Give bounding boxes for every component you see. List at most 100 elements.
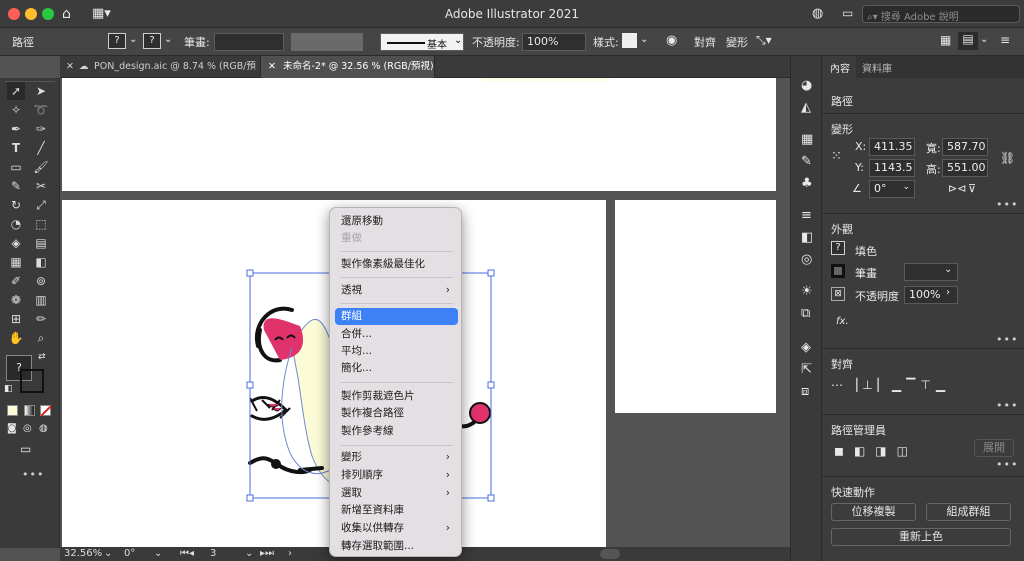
- first-artboard-icon[interactable]: ⏮◂: [180, 548, 194, 559]
- opacity-field[interactable]: 100%: [522, 33, 586, 51]
- swatches-icon[interactable]: ▦: [801, 132, 813, 147]
- y-field[interactable]: 1143.5: [869, 159, 915, 177]
- hand-tool-icon[interactable]: ✋: [7, 329, 25, 347]
- offset-path-button[interactable]: 位移複製: [831, 503, 916, 521]
- menu-item-pixel-optimize[interactable]: 製作像素級最佳化: [335, 256, 458, 273]
- arrange-documents-icon[interactable]: ▦: [940, 33, 951, 47]
- brushes-icon[interactable]: ✎: [801, 154, 812, 169]
- default-fill-stroke-icon[interactable]: ◧: [4, 384, 13, 394]
- more-options-icon[interactable]: •••: [996, 333, 1018, 346]
- rotation-angle[interactable]: 0°: [124, 548, 135, 559]
- menu-item-transform[interactable]: 變形 ›: [335, 449, 458, 466]
- tab-untitled-2[interactable]: ✕ 未命名-2* @ 32.56 % (RGB/預視): [260, 56, 435, 78]
- pen-tool-icon[interactable]: ✒: [7, 120, 25, 138]
- flip-horizontal-icon[interactable]: ⊳⊲: [948, 182, 966, 195]
- menu-item-simplify[interactable]: 簡化...: [335, 360, 458, 377]
- swap-fill-stroke-icon[interactable]: ⇄: [38, 352, 46, 362]
- horizontal-scrollbar[interactable]: [600, 549, 620, 559]
- constrain-proportions-icon[interactable]: ⛓: [1000, 151, 1015, 165]
- align-link[interactable]: 對齊: [694, 34, 716, 50]
- symbol-sprayer-tool-icon[interactable]: ❁: [7, 291, 25, 309]
- close-icon[interactable]: ✕: [66, 56, 74, 78]
- none-mode-icon[interactable]: [40, 405, 52, 417]
- user-icon[interactable]: ◍: [812, 6, 823, 21]
- lasso-tool-icon[interactable]: ➰: [32, 101, 50, 119]
- chevron-down-icon[interactable]: ⌄: [164, 34, 172, 45]
- free-transform-tool-icon[interactable]: ⬚: [32, 215, 50, 233]
- effects-fx-button[interactable]: fx.: [836, 316, 849, 327]
- symbols-icon[interactable]: ♣: [801, 176, 813, 191]
- draw-behind-icon[interactable]: ◎: [23, 423, 32, 434]
- x-field[interactable]: 411.35: [869, 138, 915, 156]
- help-search-input[interactable]: ⌕▾ 搜尋 Adobe 說明: [862, 5, 1020, 23]
- mesh-tool-icon[interactable]: ▦: [7, 253, 25, 271]
- chevron-right-icon[interactable]: ›: [946, 287, 950, 298]
- shape-builder-tool-icon[interactable]: ◈: [7, 234, 25, 252]
- reference-point-icon[interactable]: ⁙: [831, 149, 842, 164]
- recolor-button[interactable]: 重新上色: [831, 528, 1011, 546]
- zoom-level[interactable]: 32.56%: [64, 548, 102, 559]
- menu-item-select[interactable]: 選取 ›: [335, 485, 458, 502]
- opacity-icon[interactable]: ⊠: [831, 287, 845, 301]
- appearance-panel-icon[interactable]: ☀: [801, 284, 813, 299]
- menu-item-average[interactable]: 平均...: [335, 343, 458, 360]
- stroke-panel-icon[interactable]: ≡: [801, 208, 812, 223]
- rotate-tool-icon[interactable]: ↻: [7, 196, 25, 214]
- pathfinder-shape-modes-icon[interactable]: ◼◧◨◫: [834, 444, 918, 458]
- perspective-grid-tool-icon[interactable]: ▤: [32, 234, 50, 252]
- line-tool-icon[interactable]: ╱: [32, 139, 50, 157]
- h-field[interactable]: 551.00: [942, 159, 988, 177]
- menu-item-collect-for-export[interactable]: 收集以供轉存 ›: [335, 520, 458, 537]
- type-tool-icon[interactable]: T: [7, 139, 25, 157]
- menu-item-compound-path[interactable]: 製作複合路徑: [335, 405, 458, 422]
- tab-pon-design[interactable]: ✕ ☁ PON_design.aic @ 8.74 % (RGB/預視): [60, 56, 260, 94]
- expand-button[interactable]: 展開: [974, 439, 1014, 457]
- stroke-swatch[interactable]: [831, 264, 845, 278]
- draw-inside-icon[interactable]: ◍: [39, 423, 48, 434]
- close-icon[interactable]: ✕: [268, 56, 276, 78]
- brush-definition[interactable]: 基本 ⌄: [380, 33, 464, 51]
- panel-toggle-icon[interactable]: ▭: [842, 6, 853, 20]
- warp-tool-icon[interactable]: ◔: [7, 215, 25, 233]
- paintbrush-tool-icon[interactable]: 🖌: [32, 158, 50, 176]
- stroke-box[interactable]: [20, 369, 44, 393]
- graphic-style-swatch[interactable]: [622, 33, 637, 48]
- chevron-right-icon[interactable]: ›: [288, 548, 292, 559]
- transform-link[interactable]: 變形: [726, 34, 748, 50]
- artboard-number[interactable]: 3: [210, 548, 216, 559]
- chevron-down-icon[interactable]: ⌄: [104, 548, 112, 559]
- column-graph-tool-icon[interactable]: ▥: [32, 291, 50, 309]
- group-button[interactable]: 組成群組: [926, 503, 1011, 521]
- color-mode-icon[interactable]: [7, 405, 18, 416]
- more-options-icon[interactable]: •••: [996, 198, 1018, 211]
- stroke-swatch[interactable]: ?: [143, 33, 161, 49]
- chevron-down-icon[interactable]: ⌄: [944, 264, 952, 275]
- puppet-warp-icon[interactable]: ⤡▾: [756, 33, 772, 48]
- fill-swatch[interactable]: ?: [831, 241, 845, 255]
- more-options-icon[interactable]: •••: [996, 399, 1018, 412]
- menu-item-group[interactable]: 群組: [335, 308, 458, 325]
- menu-item-export-selection[interactable]: 轉存選取範圍...: [335, 538, 458, 555]
- artboard-tool-icon[interactable]: ⊞: [7, 310, 25, 328]
- variable-width-profile[interactable]: [291, 33, 363, 51]
- curvature-tool-icon[interactable]: ✑: [32, 120, 50, 138]
- scale-tool-icon[interactable]: ⤢: [32, 196, 50, 214]
- fill-swatch[interactable]: ?: [108, 33, 126, 49]
- magic-wand-tool-icon[interactable]: ✧: [7, 101, 25, 119]
- layers-icon[interactable]: ◈: [801, 340, 811, 355]
- panel-layout-icon[interactable]: ▤: [958, 32, 978, 50]
- gradient-panel-icon[interactable]: ◧: [801, 230, 813, 245]
- graphic-styles-icon[interactable]: ⧉: [801, 306, 810, 321]
- direct-selection-tool-icon[interactable]: ➤: [32, 82, 50, 100]
- artboards-panel-icon[interactable]: ⧈: [801, 384, 809, 399]
- rotate-field[interactable]: 0° ⌄: [869, 180, 915, 198]
- menu-item-join[interactable]: 合併...: [335, 326, 458, 343]
- align-buttons-icon[interactable]: ⋯▕⊥▏▁▔⊤▁: [831, 378, 950, 392]
- menu-item-undo-move[interactable]: 還原移動: [335, 213, 458, 230]
- scissors-tool-icon[interactable]: ✂: [32, 177, 50, 195]
- menu-item-perspective[interactable]: 透視 ›: [335, 282, 458, 299]
- zoom-tool-icon[interactable]: ⌕: [32, 329, 50, 347]
- drawing-mode-icon[interactable]: ◙: [7, 423, 17, 434]
- slice-tool-icon[interactable]: ✏: [32, 310, 50, 328]
- flip-vertical-icon[interactable]: ⊽: [968, 182, 976, 195]
